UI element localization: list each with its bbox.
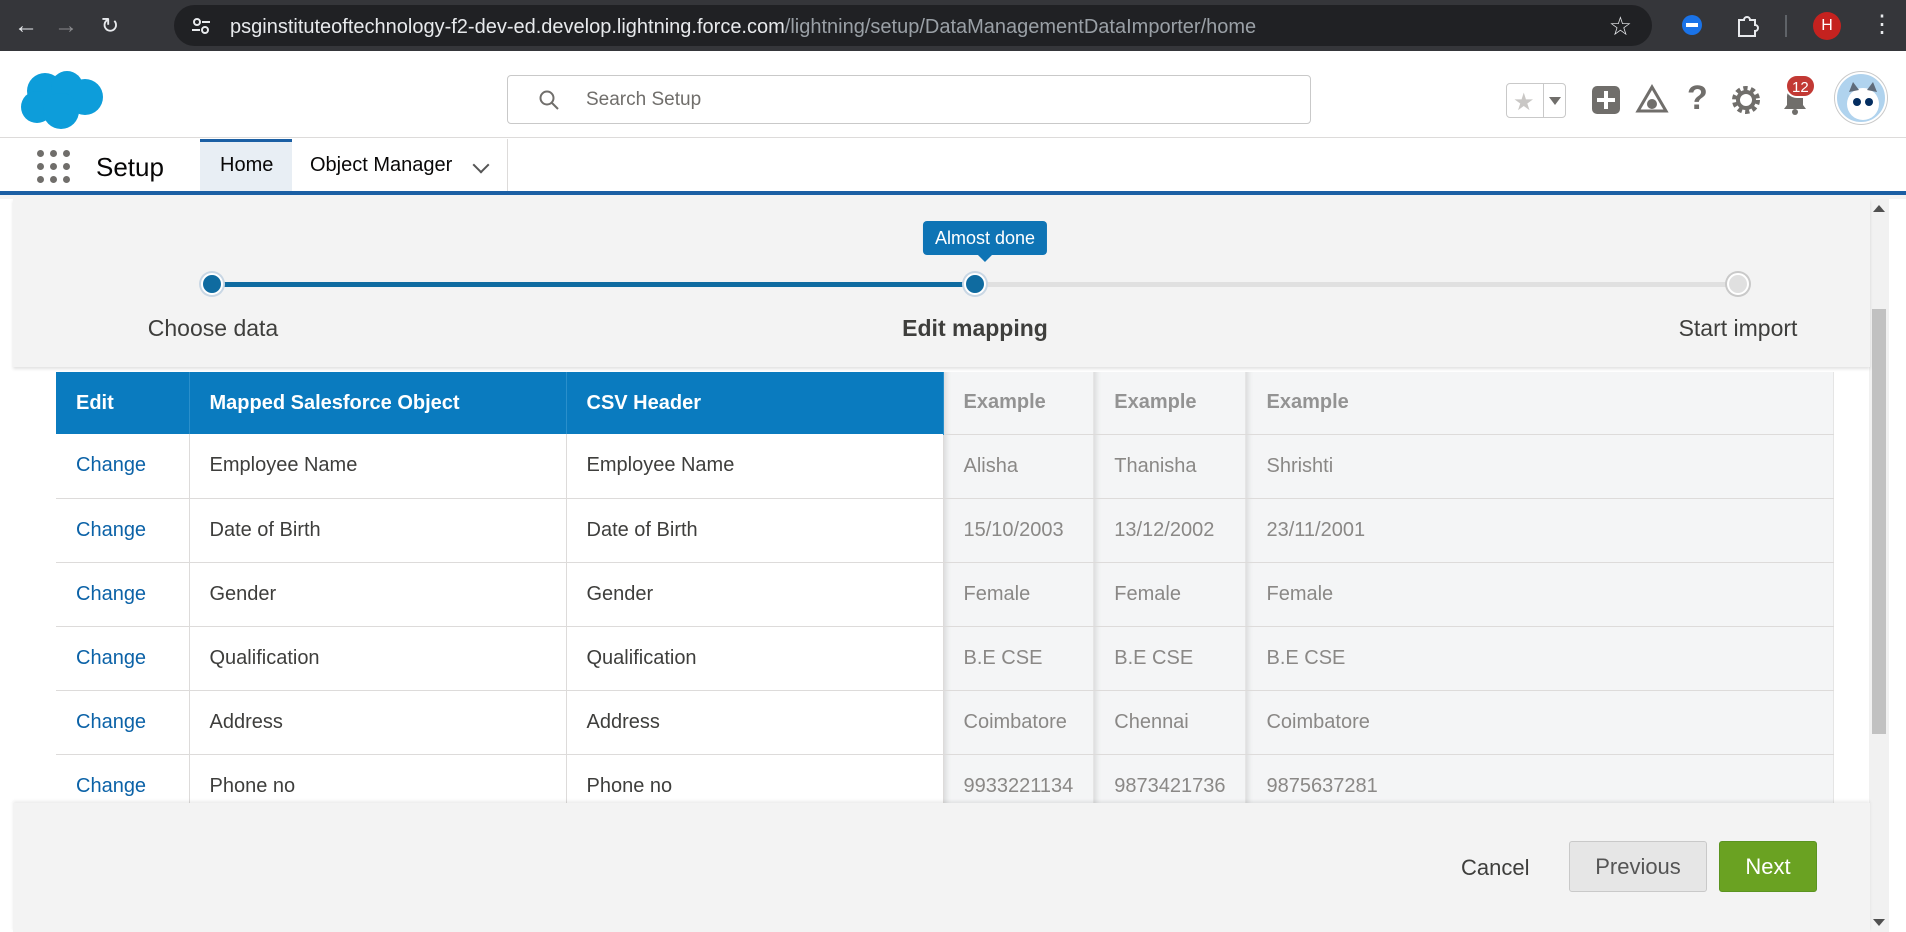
- tab-home[interactable]: Home: [200, 139, 292, 191]
- table-row: Change Qualification Qualification B.E C…: [56, 626, 1835, 691]
- url-path: /lightning/setup/DataManagementDataImpor…: [784, 16, 1257, 38]
- app-name: Setup: [96, 152, 164, 182]
- user-avatar[interactable]: [1835, 72, 1887, 124]
- header-edit: Edit: [56, 372, 190, 434]
- setup-search[interactable]: [507, 75, 1311, 124]
- more-menu-icon[interactable]: ⋮: [1870, 10, 1894, 40]
- favorite-star-icon[interactable]: ★: [1513, 88, 1535, 117]
- tab-object-manager[interactable]: Object Manager: [290, 139, 508, 191]
- url-host: psginstituteoftechnology-f2-dev-ed.devel…: [230, 16, 785, 38]
- global-actions-add-icon[interactable]: [1590, 84, 1622, 116]
- help-icon[interactable]: ?: [1687, 79, 1708, 118]
- step-edit-mapping-label: Edit mapping: [902, 315, 1048, 341]
- scrollbar-thumb[interactable]: [1872, 309, 1886, 734]
- mapped-object-cell: Date of Birth: [189, 498, 567, 563]
- step-start-import-label: Start import: [1678, 315, 1798, 341]
- progress-tooltip: Almost done: [922, 221, 1048, 262]
- app-launcher-grid-icon[interactable]: [37, 150, 71, 184]
- table-row: Change Gender Gender Female Female Femal…: [56, 562, 1835, 627]
- example-cell: 13/12/2002: [1093, 498, 1247, 563]
- notification-count-badge: 12: [1785, 74, 1816, 98]
- mapped-object-cell: Gender: [189, 562, 567, 627]
- progress-indicator: Almost done Choose data Edit mapping Sta…: [13, 199, 1870, 367]
- setup-context-bar: Setup Home Object Manager: [0, 138, 1906, 195]
- example-cell: Coimbatore: [1245, 690, 1835, 755]
- step-start-import-marker[interactable]: [1727, 273, 1749, 295]
- header-example: Example: [1245, 372, 1835, 435]
- table-row: Change Address Address Coimbatore Chenna…: [56, 690, 1835, 755]
- salesforce-logo[interactable]: [17, 69, 105, 131]
- scroll-down-arrow-icon[interactable]: [1873, 919, 1885, 926]
- global-header: ★ ?: [0, 51, 1906, 138]
- wizard-footer: Cancel Previous Next: [13, 803, 1870, 932]
- chevron-down-icon[interactable]: [472, 156, 490, 174]
- example-cell: Female: [1245, 562, 1835, 627]
- example-cell: Shrishti: [1245, 434, 1835, 499]
- example-cell: B.E CSE: [943, 626, 1095, 691]
- favorites-divider: [1543, 84, 1544, 117]
- change-link[interactable]: Change: [56, 434, 190, 499]
- forward-arrow-icon[interactable]: →: [50, 10, 82, 42]
- example-cell: 23/11/2001: [1245, 498, 1835, 563]
- search-icon: [539, 90, 559, 110]
- toolbar-divider: [1785, 15, 1787, 37]
- example-cell: 15/10/2003: [943, 498, 1095, 563]
- mapped-object-cell: Qualification: [189, 626, 567, 691]
- example-cell: B.E CSE: [1245, 626, 1835, 691]
- example-cell: Chennai: [1093, 690, 1247, 755]
- tab-object-manager-label: Object Manager: [310, 154, 453, 176]
- table-header-row: Edit Mapped Salesforce Object CSV Header…: [56, 372, 1835, 435]
- address-bar[interactable]: psginstituteoftechnology-f2-dev-ed.devel…: [174, 5, 1652, 46]
- progress-fill: [213, 282, 981, 287]
- step-choose-data-marker[interactable]: [201, 273, 223, 295]
- example-cell: Alisha: [943, 434, 1095, 499]
- search-input[interactable]: [586, 76, 1286, 123]
- url-text: psginstituteoftechnology-f2-dev-ed.devel…: [230, 16, 1256, 39]
- example-cell: Thanisha: [1093, 434, 1247, 499]
- change-link[interactable]: Change: [56, 562, 190, 627]
- site-settings-icon[interactable]: [190, 15, 212, 37]
- reload-icon[interactable]: ↻: [94, 10, 126, 42]
- example-cell: B.E CSE: [1093, 626, 1247, 691]
- header-csv: CSV Header: [566, 372, 944, 434]
- example-cell: Female: [943, 562, 1095, 627]
- profile-avatar[interactable]: H: [1813, 12, 1841, 40]
- header-example: Example: [943, 372, 1095, 435]
- csv-header-cell: Employee Name: [566, 434, 944, 499]
- scroll-up-arrow-icon[interactable]: [1873, 205, 1885, 212]
- header-mapped-object: Mapped Salesforce Object: [189, 372, 567, 434]
- data-import-wizard: Almost done Choose data Edit mapping Sta…: [0, 199, 1906, 932]
- tab-home-label: Home: [220, 154, 274, 176]
- back-arrow-icon[interactable]: ←: [10, 10, 42, 42]
- table-row: Change Employee Name Employee Name Alish…: [56, 434, 1835, 499]
- extension-icon[interactable]: [1679, 12, 1705, 38]
- field-mapping-table: Edit Mapped Salesforce Object CSV Header…: [56, 372, 1835, 819]
- favorites-button[interactable]: ★: [1506, 83, 1566, 118]
- browser-toolbar: ← → ↻ psginstituteoftechnology-f2-dev-ed…: [0, 0, 1906, 51]
- step-choose-data-label: Choose data: [147, 315, 279, 341]
- mapped-object-cell: Employee Name: [189, 434, 567, 499]
- header-example: Example: [1093, 372, 1247, 435]
- table-row: Change Date of Birth Date of Birth 15/10…: [56, 498, 1835, 563]
- bookmark-star-icon[interactable]: ☆: [1609, 11, 1632, 42]
- previous-button[interactable]: Previous: [1569, 841, 1707, 892]
- mapped-object-cell: Address: [189, 690, 567, 755]
- change-link[interactable]: Change: [56, 690, 190, 755]
- csv-header-cell: Address: [566, 690, 944, 755]
- next-button[interactable]: Next: [1719, 841, 1817, 892]
- change-link[interactable]: Change: [56, 626, 190, 691]
- favorites-dropdown-icon[interactable]: [1549, 97, 1561, 105]
- csv-header-cell: Gender: [566, 562, 944, 627]
- extensions-puzzle-icon[interactable]: [1734, 12, 1760, 38]
- change-link[interactable]: Change: [56, 498, 190, 563]
- csv-header-cell: Date of Birth: [566, 498, 944, 563]
- trailhead-guidance-icon[interactable]: [1635, 84, 1669, 116]
- example-cell: Female: [1093, 562, 1247, 627]
- csv-header-cell: Qualification: [566, 626, 944, 691]
- example-cell: Coimbatore: [943, 690, 1095, 755]
- cancel-button[interactable]: Cancel: [1461, 855, 1529, 881]
- step-edit-mapping-marker[interactable]: [964, 273, 986, 295]
- page-scrollbar[interactable]: [1869, 199, 1889, 932]
- setup-gear-icon[interactable]: [1730, 84, 1762, 116]
